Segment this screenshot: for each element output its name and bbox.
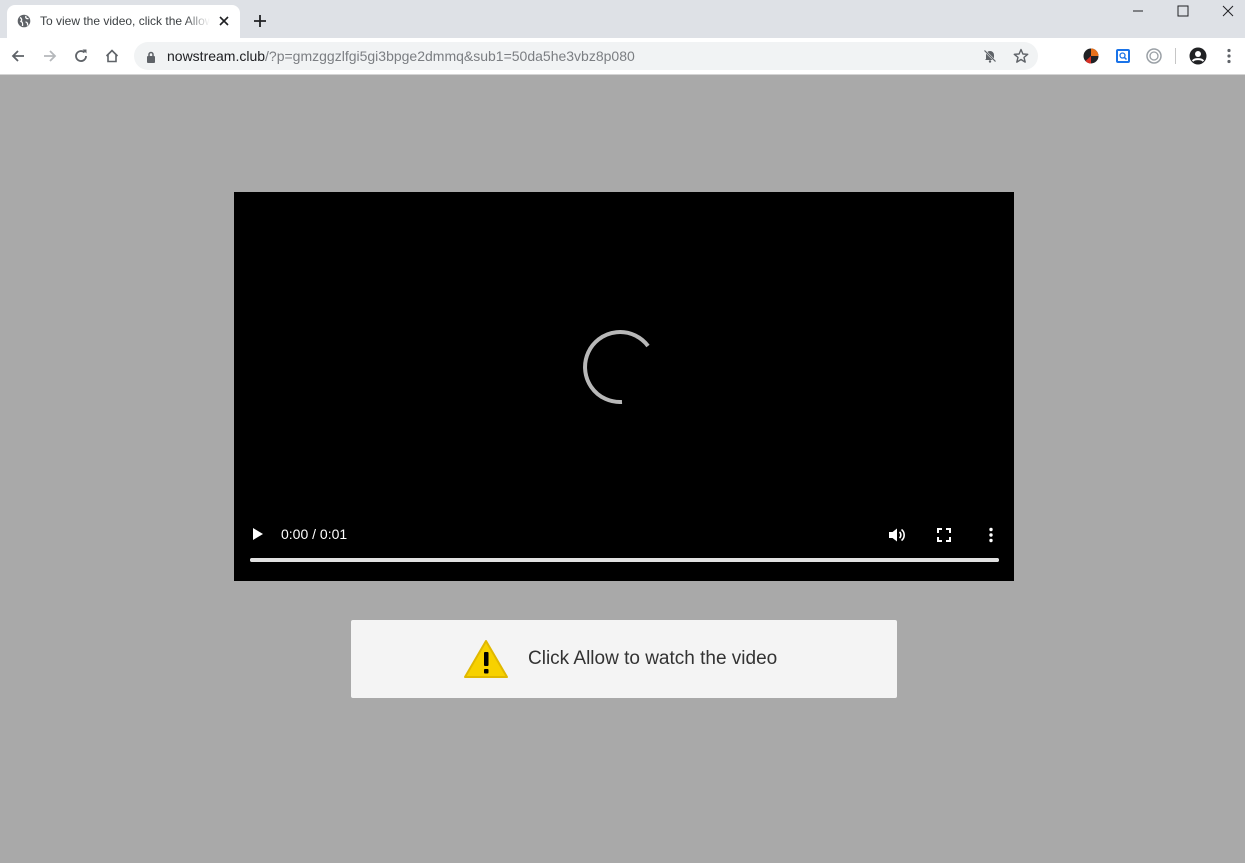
reload-icon[interactable] [71, 46, 91, 66]
video-player[interactable]: 0:00 / 0:01 [234, 192, 1014, 581]
window-close-icon[interactable] [1220, 3, 1236, 19]
video-progress-fill [250, 558, 999, 562]
tab-strip: To view the video, click the Allow butto… [0, 0, 1245, 38]
plus-icon[interactable] [250, 11, 270, 31]
volume-icon[interactable] [887, 525, 907, 545]
more-vertical-icon[interactable] [981, 525, 1001, 545]
lock-icon[interactable] [146, 50, 156, 68]
shield-extension-icon[interactable] [1145, 47, 1163, 65]
account-icon[interactable] [1189, 47, 1207, 65]
notice-text: Click Allow to watch the video [528, 648, 778, 669]
notifications-blocked-icon[interactable] [981, 47, 999, 65]
warning-icon [463, 639, 509, 684]
browser-toolbar: nowstream.club/?p=gmzggzlfgi5gi3bpge2dmm… [0, 38, 1245, 75]
kebab-menu-icon[interactable] [1220, 47, 1238, 65]
close-icon[interactable] [216, 13, 232, 29]
allow-notice: Click Allow to watch the video [351, 620, 897, 698]
tab-title: To view the video, click the Allow butto… [40, 14, 210, 28]
url-host: nowstream.club [167, 48, 266, 64]
maximize-icon[interactable] [1175, 3, 1191, 19]
fullscreen-icon[interactable] [934, 525, 954, 545]
loading-spinner-icon [583, 330, 650, 405]
play-icon[interactable] [250, 525, 266, 543]
url-path: /?p=gmzggzlfgi5gi3bpge2dmmq&sub1=50da5he… [265, 48, 635, 64]
star-icon[interactable] [1012, 47, 1030, 65]
minimize-icon[interactable] [1130, 3, 1146, 19]
address-bar[interactable]: nowstream.club/?p=gmzggzlfgi5gi3bpge2dmm… [134, 42, 1038, 70]
extension-icon[interactable] [1082, 47, 1100, 65]
browser-tab[interactable]: To view the video, click the Allow butto… [7, 5, 240, 38]
globe-icon [17, 14, 31, 28]
toolbar-separator [1175, 48, 1176, 64]
home-icon[interactable] [102, 46, 122, 66]
forward-arrow-icon[interactable] [40, 46, 60, 66]
search-extension-icon[interactable] [1114, 47, 1132, 65]
video-time: 0:00 / 0:01 [281, 526, 348, 542]
back-arrow-icon[interactable] [8, 46, 28, 66]
url-text[interactable]: nowstream.club/?p=gmzggzlfgi5gi3bpge2dmm… [167, 48, 635, 64]
page-content: 0:00 / 0:01 Click Allow to watch the vid… [0, 75, 1245, 863]
video-progress-bar[interactable] [250, 558, 999, 562]
